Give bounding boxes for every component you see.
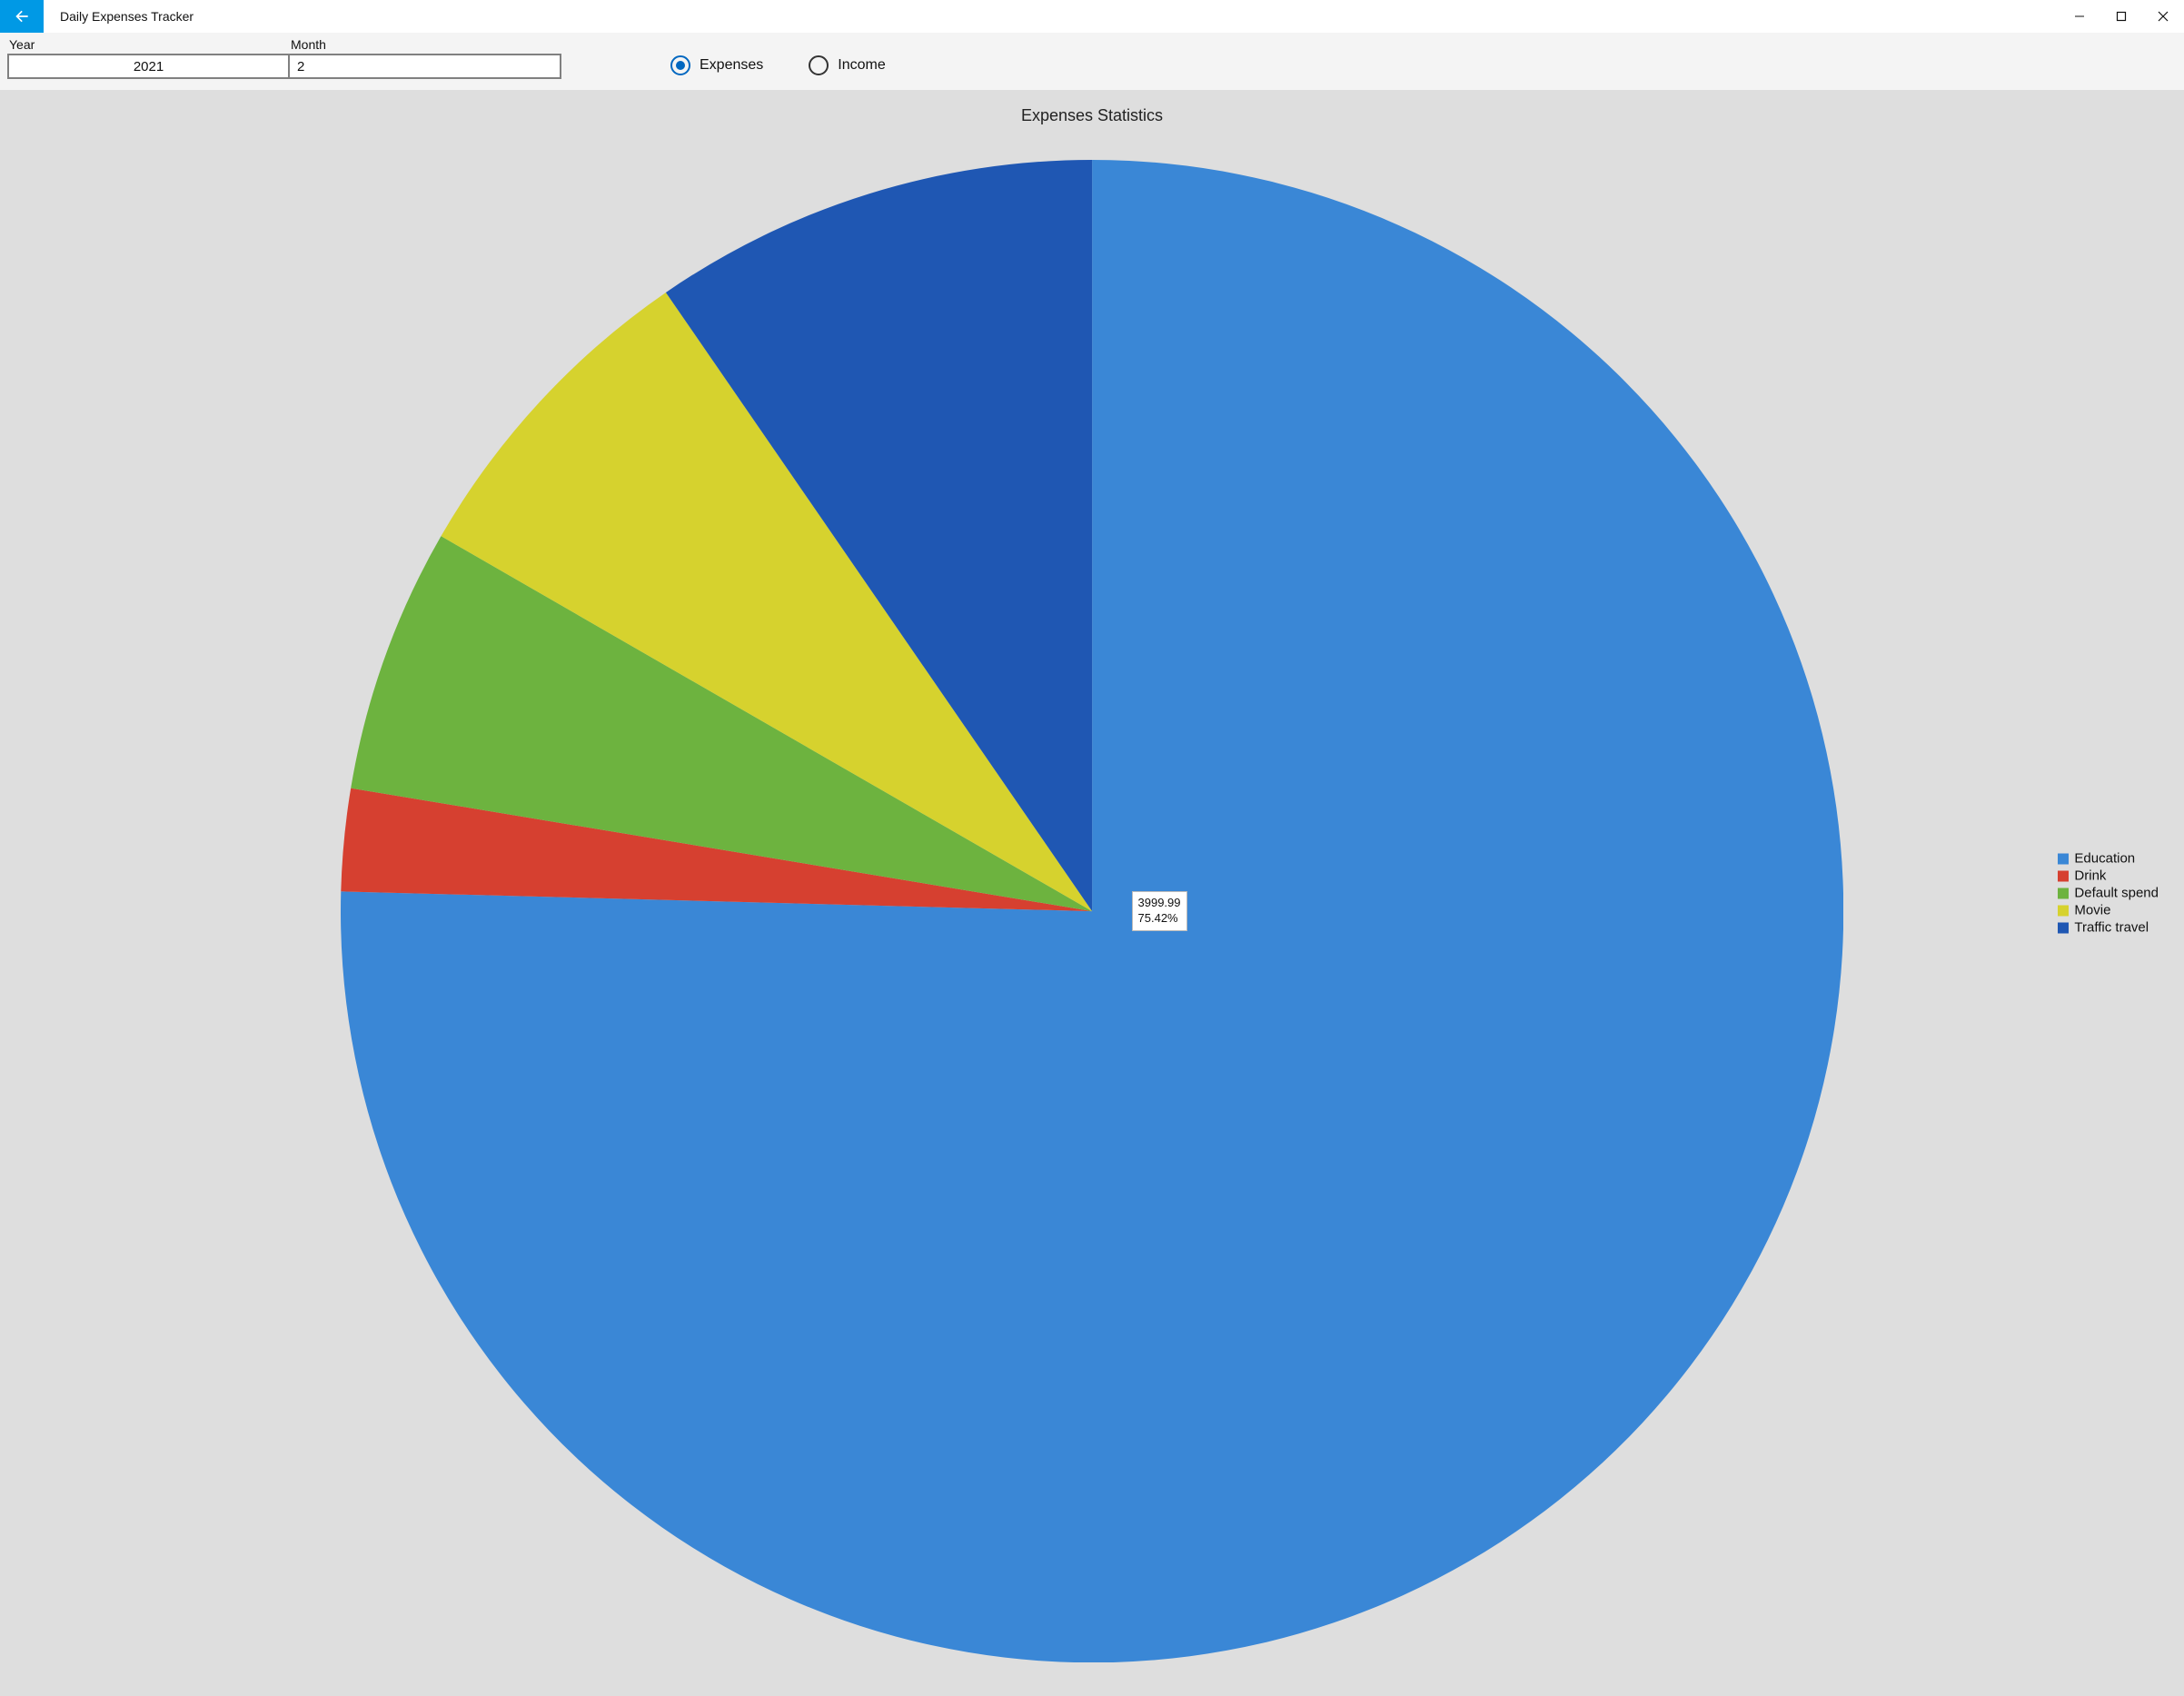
radio-income[interactable]: Income: [809, 55, 885, 75]
minimize-button[interactable]: [2059, 0, 2100, 33]
legend-label: Movie: [2074, 903, 2110, 918]
back-button[interactable]: [0, 0, 44, 33]
year-value: 2021: [134, 59, 164, 74]
window-controls: [2059, 0, 2184, 33]
year-combo[interactable]: 2021: [7, 54, 289, 79]
type-radio-group: Expenses Income: [670, 55, 886, 79]
chart-title: Expenses Statistics: [0, 90, 2184, 125]
close-button[interactable]: [2142, 0, 2184, 33]
chart-tooltip: 3999.9975.42%: [1132, 891, 1187, 931]
radio-expenses[interactable]: Expenses: [670, 55, 763, 75]
pie-wrap: 3999.9975.42%: [0, 144, 2184, 1678]
titlebar: Daily Expenses Tracker: [0, 0, 2184, 33]
month-label: Month: [291, 37, 561, 52]
radio-inner-icon: [814, 61, 823, 70]
maximize-button[interactable]: [2100, 0, 2142, 33]
app-window: Daily Expenses Tracker Year 2021: [0, 0, 2184, 1696]
minimize-icon: [2074, 11, 2085, 22]
legend-label: Traffic travel: [2074, 920, 2149, 936]
legend-item[interactable]: Traffic travel: [2058, 920, 2159, 936]
back-arrow-icon: [13, 7, 31, 25]
tooltip-pct: 75.42%: [1138, 911, 1181, 927]
radio-outer-icon: [809, 55, 829, 75]
radio-outer-icon: [670, 55, 690, 75]
radio-inner-icon: [676, 61, 685, 70]
radio-income-label: Income: [838, 57, 885, 74]
legend-swatch-icon: [2058, 922, 2069, 933]
chart-area: Expenses Statistics 3999.9975.42% Educat…: [0, 90, 2184, 1696]
tooltip-value: 3999.99: [1138, 896, 1181, 911]
month-combo[interactable]: 2: [289, 54, 561, 79]
legend-item[interactable]: Movie: [2058, 903, 2159, 918]
radio-expenses-label: Expenses: [700, 57, 763, 74]
year-label: Year: [9, 37, 289, 52]
window-title: Daily Expenses Tracker: [44, 0, 210, 33]
legend-item[interactable]: Education: [2058, 851, 2159, 867]
controls-bar: Year 2021 Month 2 Expenses Income: [0, 33, 2184, 90]
legend-swatch-icon: [2058, 905, 2069, 916]
legend-label: Default spend: [2074, 886, 2159, 901]
year-field: Year 2021: [7, 37, 289, 79]
close-icon: [2158, 11, 2169, 22]
pie-chart: 3999.9975.42%: [341, 160, 1843, 1662]
legend-swatch-icon: [2058, 870, 2069, 881]
legend-label: Drink: [2074, 868, 2106, 884]
legend-item[interactable]: Default spend: [2058, 886, 2159, 901]
month-value: 2: [297, 59, 304, 74]
legend: EducationDrink Default spend Movie Traffic …: [2058, 849, 2159, 937]
legend-swatch-icon: [2058, 888, 2069, 898]
legend-swatch-icon: [2058, 853, 2069, 864]
month-field: Month 2: [289, 37, 561, 79]
legend-label: Education: [2074, 851, 2135, 867]
maximize-icon: [2116, 11, 2127, 22]
titlebar-spacer: [210, 0, 2059, 33]
legend-item[interactable]: Drink: [2058, 868, 2159, 884]
